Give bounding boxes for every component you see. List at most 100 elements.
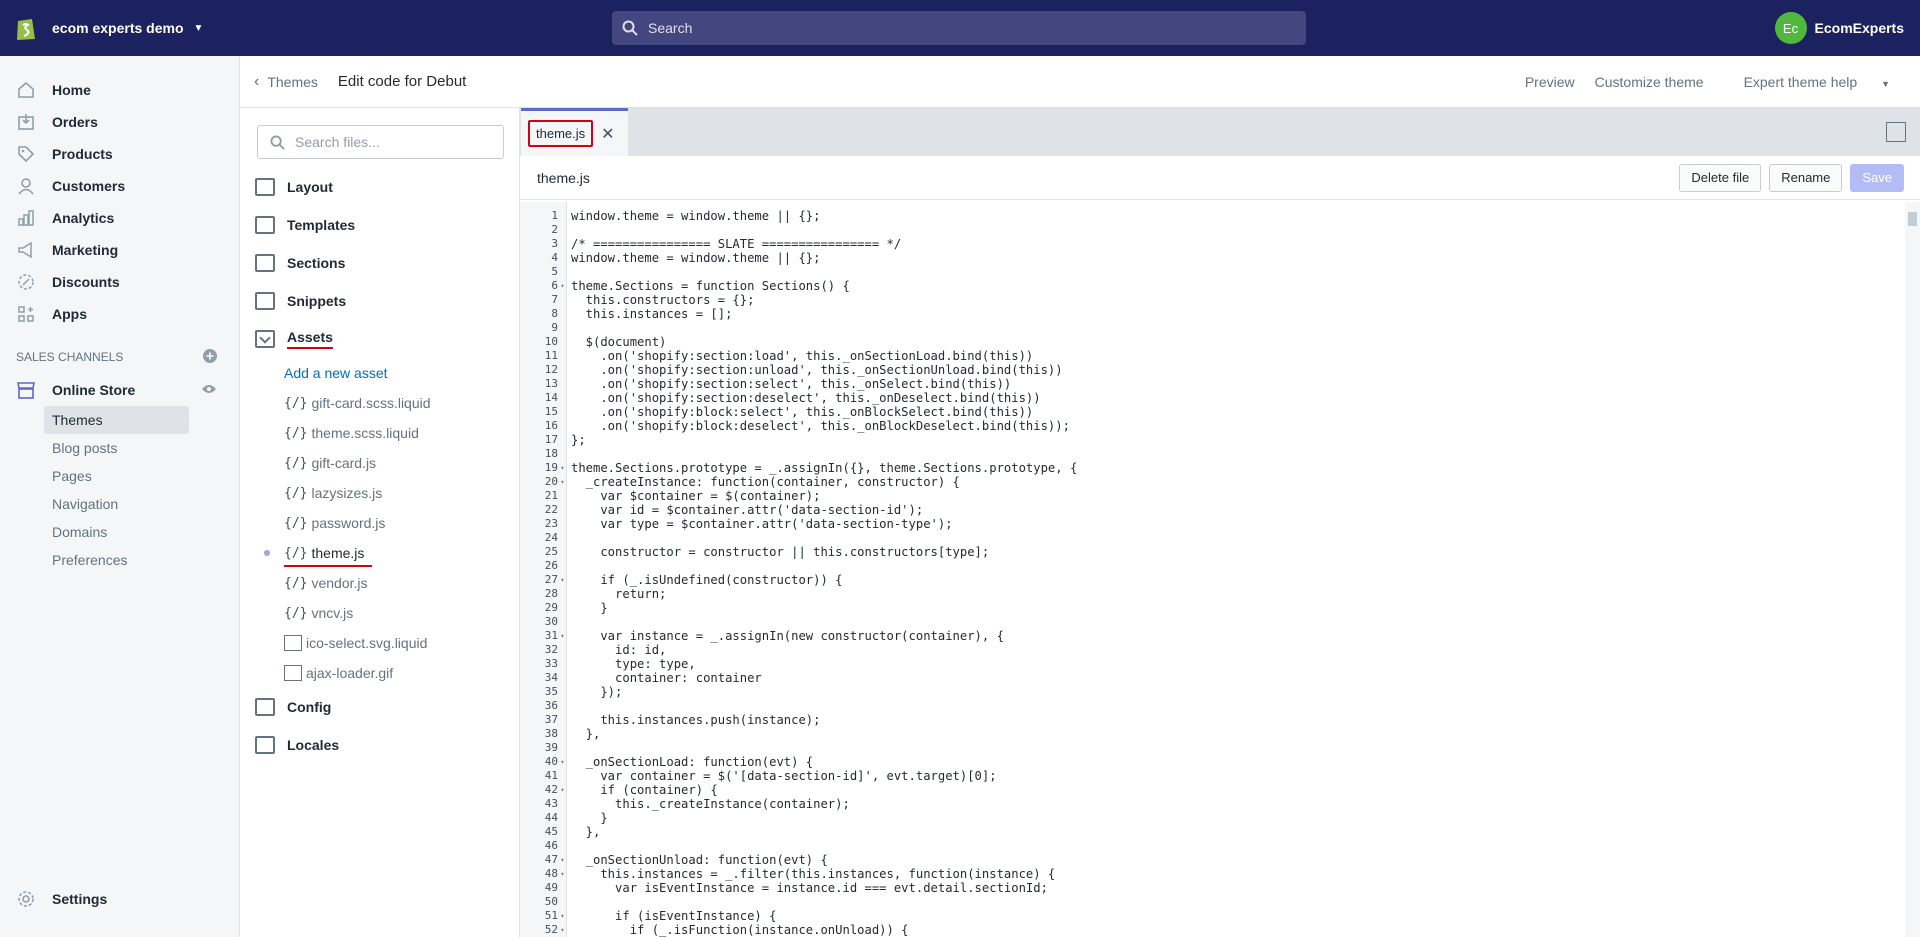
sidebar-item-customers[interactable]: Customers [0, 170, 239, 202]
line-number: 44 [544, 811, 558, 824]
code-text: window.theme = window.theme || {}; [571, 251, 821, 265]
fold-toggle-icon[interactable]: ▾ [558, 923, 567, 937]
delete-file-button[interactable]: Delete file [1679, 163, 1762, 192]
sidebar-item-orders[interactable]: Orders [0, 106, 239, 138]
sidebar-subitem-domains[interactable]: Domains [44, 518, 189, 546]
folder-sections[interactable]: Sections [240, 244, 519, 282]
code-line: 2 [520, 223, 1905, 237]
code-file-icon: {/} [284, 605, 308, 621]
add-channel-icon[interactable] [203, 348, 217, 366]
fold-toggle-icon[interactable]: ▾ [558, 461, 567, 475]
folder-locales[interactable]: Locales [240, 726, 519, 764]
sidebar-item-settings[interactable]: Settings [0, 883, 107, 915]
page-header: ‹ Themes Edit code for Debut Preview Cus… [240, 56, 1920, 108]
line-number: 9 [551, 321, 558, 334]
code-text: type: type, [571, 657, 696, 671]
asset-file-name: vendor.js [311, 575, 368, 591]
asset-file[interactable]: {/} gift-card.js [240, 448, 519, 478]
asset-file[interactable]: {/} lazysizes.js [240, 478, 519, 508]
line-number: 7 [551, 293, 558, 306]
fold-toggle-icon[interactable]: ▾ [558, 629, 567, 643]
fold-toggle-icon[interactable]: ▾ [558, 573, 567, 587]
code-line: 12 .on('shopify:section:unload', this._o… [520, 363, 1905, 377]
fold-toggle-icon[interactable]: ▾ [558, 755, 567, 769]
asset-file[interactable]: ico-select.svg.liquid [240, 628, 519, 658]
line-number: 38 [544, 727, 558, 740]
folder-label: Snippets [287, 293, 347, 309]
folder-assets[interactable]: Assets [240, 320, 519, 358]
customize-theme-link[interactable]: Customize theme [1595, 74, 1704, 90]
add-asset-link[interactable]: Add a new asset [240, 358, 519, 388]
asset-file[interactable]: {/} theme.scss.liquid [240, 418, 519, 448]
sidebar-subitem-pages[interactable]: Pages [44, 462, 189, 490]
folder-config[interactable]: Config [240, 688, 519, 726]
line-number: 34 [544, 671, 558, 684]
folder-layout[interactable]: Layout [240, 168, 519, 206]
file-search-input[interactable]: Search files... [257, 125, 504, 159]
vertical-scrollbar[interactable] [1905, 202, 1920, 937]
rename-button[interactable]: Rename [1769, 163, 1843, 192]
sales-channels-label: SALES CHANNELS [16, 350, 124, 364]
sidebar-subitem-navigation[interactable]: Navigation [44, 490, 189, 518]
tab-theme-js[interactable]: theme.js ✕ [521, 108, 628, 156]
code-line: 29 } [520, 601, 1905, 615]
asset-file[interactable]: {/} theme.js [240, 538, 519, 568]
code-text: theme.Sections = function Sections() { [571, 279, 850, 293]
sidebar-subitem-preferences[interactable]: Preferences [44, 546, 189, 574]
fold-toggle-icon[interactable]: ▾ [558, 867, 567, 881]
save-button[interactable]: Save [1850, 163, 1904, 192]
sidebar-subitem-themes[interactable]: Themes [44, 406, 189, 434]
asset-file[interactable]: {/} password.js [240, 508, 519, 538]
sidebar-item-home[interactable]: Home [0, 74, 239, 106]
fullscreen-icon[interactable] [1886, 122, 1906, 142]
sidebar-item-discounts[interactable]: Discounts [0, 266, 239, 298]
fold-toggle-icon[interactable]: ▾ [558, 783, 567, 797]
folder-templates[interactable]: Templates [240, 206, 519, 244]
preview-link[interactable]: Preview [1525, 74, 1575, 90]
expert-theme-help-menu[interactable]: Expert theme help ▼ [1724, 74, 1890, 90]
line-number: 23 [544, 517, 558, 530]
scrollbar-thumb[interactable] [1908, 212, 1917, 226]
account-menu[interactable]: Ec EcomExperts [1774, 12, 1904, 44]
asset-file[interactable]: {/} gift-card.scss.liquid [240, 388, 519, 418]
fold-toggle-icon[interactable]: ▾ [558, 475, 567, 489]
sidebar-item-label: Marketing [52, 242, 119, 258]
line-number: 36 [544, 699, 558, 712]
close-icon[interactable]: ✕ [601, 124, 614, 144]
sidebar-item-online-store[interactable]: Online Store [0, 374, 239, 406]
fold-toggle-icon[interactable]: ▾ [558, 279, 567, 293]
sidebar-item-analytics[interactable]: Analytics [0, 202, 239, 234]
code-line: 43 this._createInstance(container); [520, 797, 1905, 811]
theme-name: Debut [426, 73, 467, 90]
folder-snippets[interactable]: Snippets [240, 282, 519, 320]
sidebar-item-apps[interactable]: Apps [0, 298, 239, 330]
store-switcher[interactable]: ecom experts demo ▼ [0, 14, 612, 42]
sidebar-subitem-blog-posts[interactable]: Blog posts [44, 434, 189, 462]
sidebar-item-products[interactable]: Products [0, 138, 239, 170]
asset-file[interactable]: {/} vendor.js [240, 568, 519, 598]
fold-toggle-icon[interactable]: ▾ [558, 853, 567, 867]
code-area[interactable]: 1 window.theme = window.theme || {}; 2 3 /* … [520, 202, 1905, 937]
eye-icon[interactable] [201, 382, 217, 398]
asset-file[interactable]: {/} vncv.js [240, 598, 519, 628]
code-line: 38 }, [520, 727, 1905, 741]
code-line: 4 window.theme = window.theme || {}; [520, 251, 1905, 265]
fold-toggle-icon[interactable]: ▾ [558, 909, 567, 923]
asset-file[interactable]: ajax-loader.gif [240, 658, 519, 688]
code-line: 1 window.theme = window.theme || {}; [520, 209, 1905, 223]
breadcrumb-themes[interactable]: ‹ Themes [254, 73, 318, 91]
asset-file-name: password.js [311, 515, 386, 531]
global-search-input[interactable]: Search [612, 11, 1306, 45]
sidebar-item-marketing[interactable]: Marketing [0, 234, 239, 266]
